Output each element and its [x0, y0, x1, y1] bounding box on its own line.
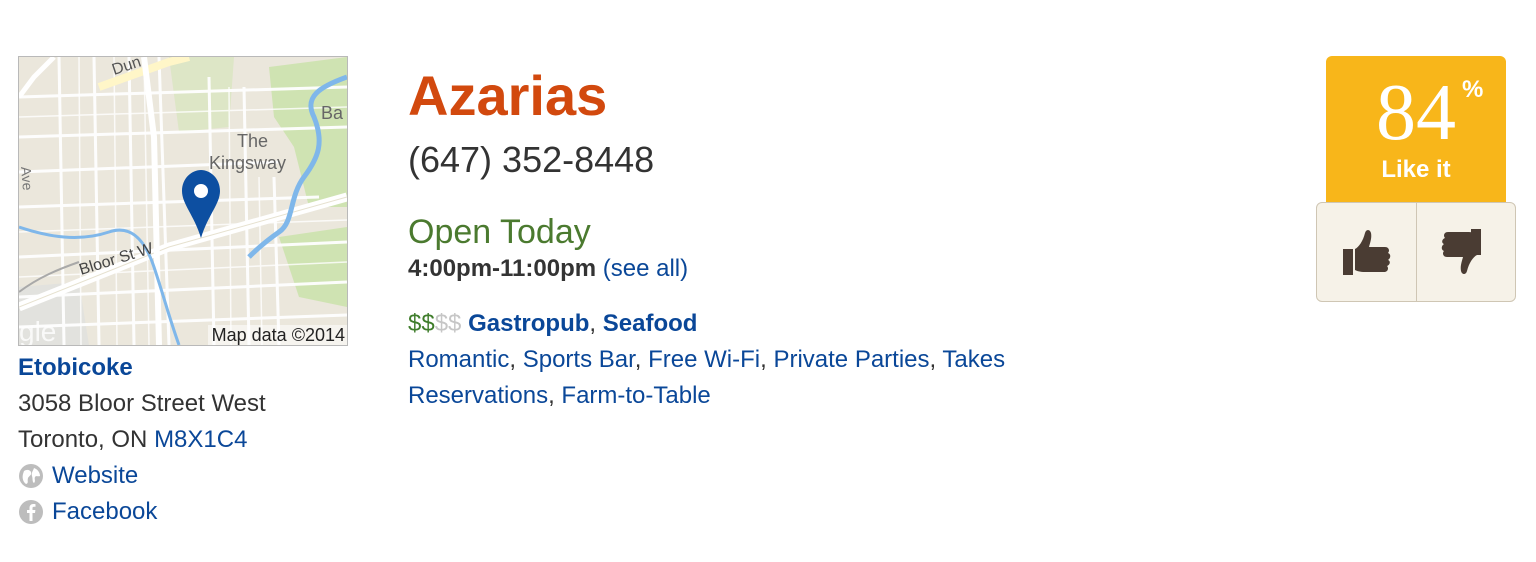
city-line: Toronto, ON M8X1C4 [18, 422, 358, 458]
thumbs-down-button[interactable] [1415, 203, 1516, 301]
category-link-gastropub[interactable]: Gastropub [468, 310, 589, 337]
listing-page: Dun The Kingsway Ba Bloor St W Ave gle M… [0, 0, 1536, 562]
price-category-row: $$$$ Gastropub, Seafood [408, 306, 1168, 342]
hours-text: 4:00pm-11:00pm [408, 255, 597, 282]
map-graphic: Dun The Kingsway Ba Bloor St W Ave gle [19, 57, 347, 345]
see-all-hours-link[interactable]: (see all) [603, 255, 688, 282]
feature-link-farm-to-table[interactable]: Farm-to-Table [561, 382, 710, 409]
separator: , [589, 310, 603, 337]
globe-icon [18, 463, 44, 489]
rating-label: Like it [1381, 156, 1451, 183]
postal-code-link[interactable]: M8X1C4 [154, 426, 247, 453]
neighborhood-link[interactable]: Etobicoke [18, 350, 133, 386]
facebook-icon [18, 499, 44, 525]
address-block: Etobicoke 3058 Bloor Street West Toronto… [18, 350, 358, 530]
google-watermark: gle [19, 316, 56, 345]
website-link[interactable]: Website [52, 458, 138, 494]
map-label-partial: Ba [321, 103, 344, 123]
feature-link-sports-bar[interactable]: Sports Bar [523, 346, 635, 373]
features-list: Romantic, Sports Bar, Free Wi-Fi, Privat… [408, 346, 1006, 409]
street-address: 3058 Bloor Street West [18, 390, 266, 417]
hours-row: 4:00pm-11:00pm (see all) [408, 252, 1168, 286]
map-label-the: The [237, 131, 268, 151]
feature-link-private-parties[interactable]: Private Parties [773, 346, 929, 373]
price-empty: $$ [434, 310, 462, 337]
map-thumbnail[interactable]: Dun The Kingsway Ba Bloor St W Ave gle M… [18, 56, 348, 346]
rating-percent-sign: % [1462, 76, 1484, 103]
map-label-kingsway: Kingsway [209, 153, 286, 173]
price-level: $$$$ [408, 310, 461, 337]
city-province: Toronto, ON [18, 426, 148, 453]
rating-widget: 84 % Like it [1316, 56, 1516, 302]
website-row: Website [18, 458, 358, 494]
rating-score-box: 84 % Like it [1326, 56, 1506, 206]
thumbs-up-icon [1343, 230, 1391, 275]
map-label-ave: Ave [19, 166, 36, 191]
phone-number: (647) 352-8448 [408, 139, 655, 180]
category-link-seafood[interactable]: Seafood [603, 310, 698, 337]
thumbs-down-icon [1441, 229, 1481, 274]
open-status: Open Today [408, 213, 591, 251]
feature-link-free-wifi[interactable]: Free Wi-Fi [648, 346, 760, 373]
facebook-row: Facebook [18, 494, 358, 530]
facebook-link[interactable]: Facebook [52, 494, 157, 530]
thumbs-up-button[interactable] [1317, 203, 1416, 301]
price-filled: $$ [408, 310, 435, 337]
restaurant-name: Azarias [408, 64, 608, 127]
map-attribution: Map data ©2014 [207, 325, 347, 345]
listing-details: Azarias (647) 352-8448 Open Today 4:00pm… [408, 60, 1168, 414]
location-column: Dun The Kingsway Ba Bloor St W Ave gle M… [18, 56, 358, 530]
feature-link-romantic[interactable]: Romantic [408, 346, 509, 373]
vote-buttons [1316, 202, 1516, 302]
